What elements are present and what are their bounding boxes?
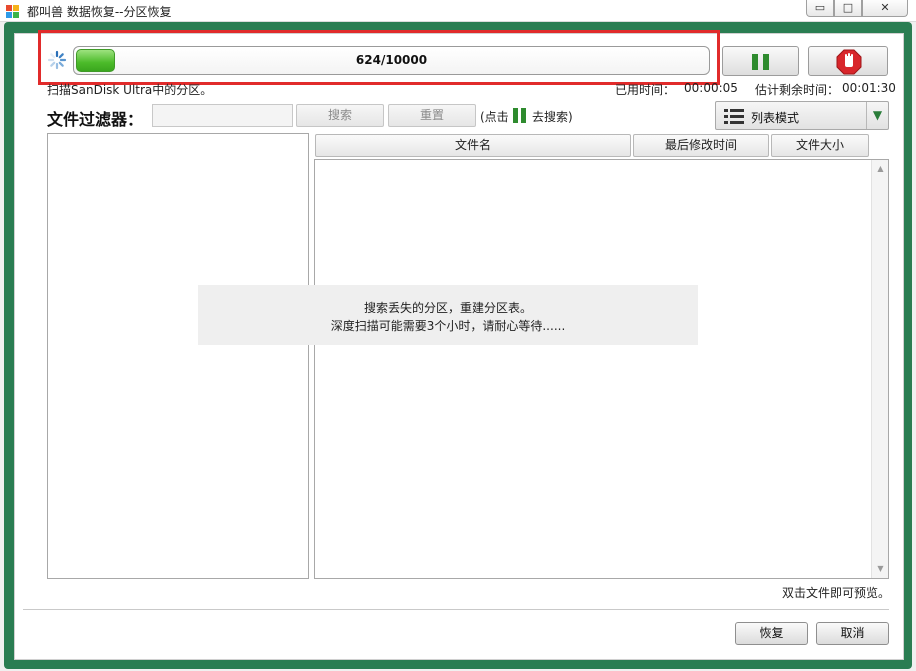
scan-status-message: 搜索丢失的分区，重建分区表。 深度扫描可能需要3个小时，请耐心等待...... bbox=[198, 285, 698, 345]
scroll-up-icon[interactable]: ▲ bbox=[872, 162, 889, 176]
scan-progress-bar: 624/10000 bbox=[73, 46, 710, 75]
remaining-time-label: 估计剩余时间： bbox=[755, 83, 840, 97]
scan-message: 扫描SanDisk Ultra中的分区。 bbox=[47, 83, 213, 97]
app-logo-icon bbox=[6, 5, 19, 18]
minimize-icon: ▭ bbox=[814, 1, 826, 14]
pause-button[interactable] bbox=[722, 46, 799, 76]
search-hint-prefix: (点击 bbox=[480, 110, 509, 124]
status-line-2: 深度扫描可能需要3个小时，请耐心等待...... bbox=[330, 319, 566, 333]
elapsed-time-value: 00:00:05 bbox=[684, 81, 738, 95]
column-header-modified-time[interactable]: 最后修改时间 bbox=[633, 134, 769, 157]
stop-hand-icon bbox=[836, 49, 862, 75]
status-line-1: 搜索丢失的分区，重建分区表。 bbox=[363, 301, 532, 315]
app-window: 都叫兽 数据恢复--分区恢复 ▭ □ ✕ 624/10000 扫描SanDisk… bbox=[0, 0, 916, 671]
partition-tree-panel[interactable] bbox=[47, 133, 309, 579]
column-header-file-size[interactable]: 文件大小 bbox=[771, 134, 869, 157]
title-bar[interactable]: 都叫兽 数据恢复--分区恢复 ▭ □ ✕ bbox=[0, 0, 916, 22]
window-title: 都叫兽 数据恢复--分区恢复 bbox=[27, 5, 172, 19]
list-view-icon bbox=[724, 109, 744, 124]
file-filter-label: 文件过滤器： bbox=[47, 110, 144, 129]
preview-hint: 双击文件即可预览。 bbox=[782, 586, 891, 600]
maximize-icon: □ bbox=[842, 1, 854, 14]
file-list-panel[interactable] bbox=[314, 159, 889, 579]
view-mode-label: 列表模式 bbox=[751, 111, 800, 125]
elapsed-time-label: 已用时间： bbox=[615, 83, 676, 97]
loading-spinner-icon bbox=[47, 50, 67, 70]
progress-count: 624/10000 bbox=[355, 53, 428, 67]
view-mode-dropdown[interactable]: 列表模式 ▼ bbox=[715, 101, 889, 130]
stop-button[interactable] bbox=[808, 46, 888, 76]
file-filter-input[interactable] bbox=[152, 104, 293, 127]
remaining-time-value: 00:01:30 bbox=[842, 81, 896, 95]
search-hint-suffix: 去搜索) bbox=[532, 110, 573, 124]
close-button[interactable]: ✕ bbox=[862, 0, 908, 17]
close-icon: ✕ bbox=[880, 1, 890, 14]
column-header-filename[interactable]: 文件名 bbox=[315, 134, 631, 157]
search-button[interactable]: 搜索 bbox=[296, 104, 384, 127]
pause-icon bbox=[513, 108, 527, 123]
recover-button[interactable]: 恢复 bbox=[735, 622, 808, 645]
maximize-button[interactable]: □ bbox=[834, 0, 862, 17]
footer-divider bbox=[23, 609, 889, 610]
minimize-button[interactable]: ▭ bbox=[806, 0, 834, 17]
cancel-button[interactable]: 取消 bbox=[816, 622, 889, 645]
file-list-scrollbar[interactable]: ▲ ▼ bbox=[871, 160, 888, 578]
chevron-down-icon[interactable]: ▼ bbox=[866, 102, 888, 129]
scroll-down-icon[interactable]: ▼ bbox=[872, 562, 889, 576]
reset-button[interactable]: 重置 bbox=[388, 104, 476, 127]
